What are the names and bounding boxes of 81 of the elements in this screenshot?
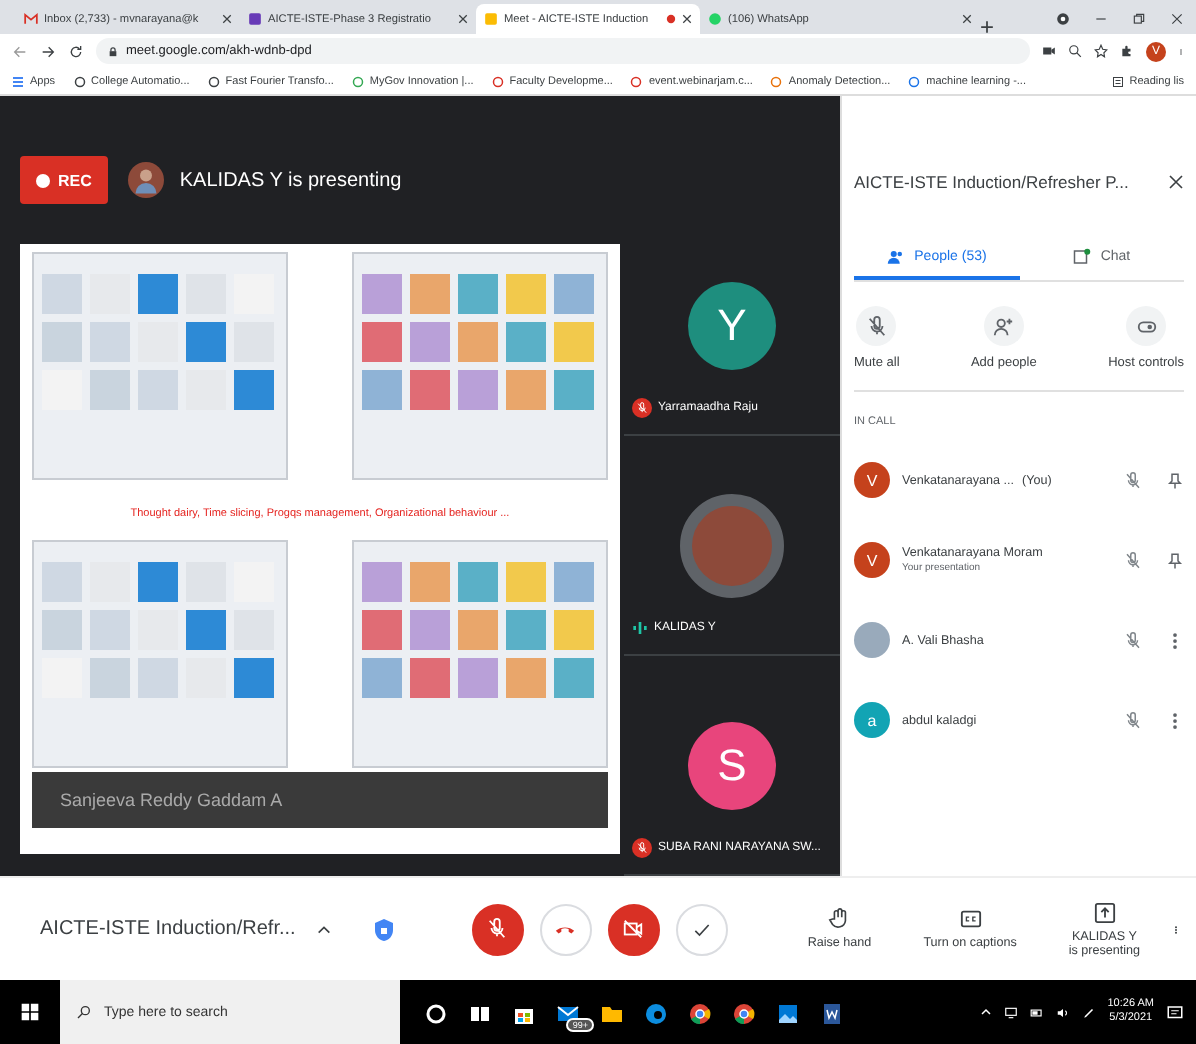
mic-off-icon[interactable] <box>1124 471 1142 489</box>
add-icon <box>992 315 1015 337</box>
close-icon[interactable] <box>222 14 232 24</box>
person-avatar <box>854 622 890 658</box>
microphone-button[interactable] <box>471 903 524 955</box>
pen-icon[interactable] <box>1081 1005 1096 1019</box>
close-icon[interactable] <box>1168 174 1184 190</box>
participant-avatar: a <box>854 702 890 738</box>
camera-icon <box>1042 44 1056 58</box>
participant-avatar: Y <box>688 281 776 369</box>
notification-icon[interactable] <box>1166 1003 1184 1021</box>
search-icon <box>76 1004 92 1020</box>
star-icon[interactable] <box>1094 44 1108 58</box>
bookmark-favicon-icon <box>630 75 643 87</box>
forward-icon[interactable] <box>40 43 56 59</box>
profile-icon[interactable] <box>1056 12 1070 26</box>
present-icon <box>1093 901 1116 923</box>
people-icon <box>886 247 907 265</box>
photos-icon[interactable] <box>776 1002 800 1026</box>
mute-icon <box>865 315 888 337</box>
bookmark-favicon-icon <box>351 75 364 87</box>
windows-start-icon[interactable] <box>20 1002 40 1022</box>
bookmark-favicon-icon <box>207 75 220 87</box>
close-icon[interactable] <box>962 14 972 24</box>
mail-icon <box>24 12 38 26</box>
captions-icon <box>959 908 982 930</box>
participant-avatar: V <box>854 542 890 578</box>
mic-off-icon <box>486 918 509 940</box>
list-icon <box>1111 75 1124 87</box>
back-icon[interactable] <box>12 43 28 59</box>
person-avatar <box>680 493 784 597</box>
edge-icon[interactable] <box>644 1002 668 1026</box>
puzzle-icon[interactable] <box>1120 44 1134 58</box>
mic-off-icon[interactable] <box>1124 711 1142 729</box>
mic-off-icon[interactable] <box>1124 631 1142 649</box>
mic-off-icon[interactable] <box>1124 551 1142 569</box>
recording-badge: REC <box>20 156 108 204</box>
bookmark-favicon-icon <box>770 75 783 87</box>
zoom-icon[interactable] <box>1068 44 1082 58</box>
presenter-label: KALIDAS Y is presenting <box>179 169 402 191</box>
cortana-icon[interactable] <box>424 1002 448 1026</box>
caret-icon[interactable] <box>979 1006 992 1018</box>
participant-avatar: S <box>688 721 776 809</box>
apps-grid-icon <box>12 75 24 87</box>
meeting-title[interactable]: AICTE-ISTE Induction/Refr... <box>40 918 296 940</box>
reload-icon[interactable] <box>68 43 84 59</box>
pin-icon[interactable] <box>1166 471 1184 489</box>
chrome-icon[interactable] <box>688 1002 712 1026</box>
restore-icon[interactable] <box>1132 12 1146 26</box>
lock-icon <box>108 45 118 57</box>
volume-icon[interactable] <box>1055 1005 1070 1019</box>
caret-icon[interactable] <box>315 921 332 937</box>
chrome-icon[interactable] <box>732 1002 756 1026</box>
camera-button[interactable] <box>607 903 660 955</box>
shield-icon[interactable] <box>371 915 396 943</box>
bookmark-favicon-icon <box>908 75 921 87</box>
pin-icon[interactable] <box>1166 551 1184 569</box>
participant-avatar: V <box>854 462 890 498</box>
minimize-icon[interactable] <box>1094 12 1108 26</box>
network-icon[interactable] <box>1003 1005 1018 1019</box>
bookmark-favicon-icon <box>73 75 86 87</box>
panel-title: AICTE-ISTE Induction/Refresher P... <box>854 172 1129 192</box>
check-button[interactable] <box>675 903 728 955</box>
folder-icon[interactable] <box>600 1002 624 1026</box>
bookmark-favicon-icon <box>491 75 504 87</box>
tab-favicon-icon <box>248 12 262 26</box>
close-icon[interactable] <box>1170 12 1184 26</box>
close-icon[interactable] <box>458 14 468 24</box>
camera-off-icon <box>622 918 645 940</box>
participant-name-overlay: Sanjeeva Reddy Gaddam A <box>32 772 608 828</box>
chat-icon <box>1072 247 1093 265</box>
checkmark-icon <box>691 919 712 939</box>
hand-icon <box>828 908 851 930</box>
battery-icon[interactable] <box>1029 1005 1044 1019</box>
new-tab-icon[interactable] <box>980 20 994 34</box>
chat-icon <box>708 12 722 26</box>
person-avatar-icon <box>127 162 164 198</box>
word-icon[interactable] <box>820 1002 844 1026</box>
close-icon[interactable] <box>682 14 692 24</box>
tab-favicon-icon <box>484 12 498 26</box>
task-view-icon[interactable] <box>468 1002 492 1026</box>
